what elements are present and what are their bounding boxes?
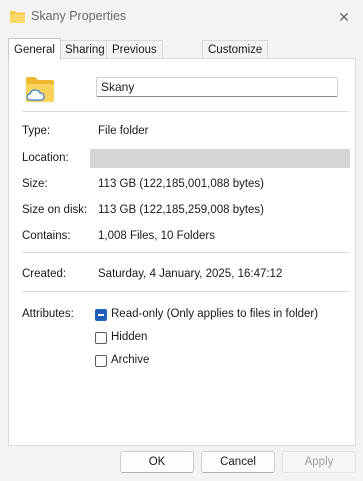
title-bar: Skany Properties ✕ [0,0,363,34]
read-only-label[interactable]: Read-only (Only applies to files in fold… [111,308,318,320]
tab-previous-versions[interactable]: Previous Versions [106,40,163,74]
attributes-label: Attributes: [22,308,74,320]
cloud-folder-icon [26,77,54,102]
folder-name-input[interactable] [96,77,338,97]
read-only-checkbox[interactable] [95,309,107,321]
ok-button[interactable]: OK [120,451,194,473]
location-label: Location: [22,152,69,164]
general-panel: Type: File folder Location: Size: 113 GB… [8,58,356,446]
folder-icon [10,11,25,23]
location-value-redacted [90,149,350,168]
hidden-label[interactable]: Hidden [111,331,147,343]
window-title: Skany Properties [31,9,127,23]
separator [22,252,349,253]
hidden-checkbox[interactable] [95,332,107,344]
tab-general[interactable]: General [8,38,61,60]
separator [22,111,349,112]
tab-customize[interactable]: Customize [202,40,269,59]
contains-value: 1,008 Files, 10 Folders [98,230,215,242]
close-icon: ✕ [338,9,350,25]
size-label: Size: [22,178,48,190]
created-value: Saturday, 4 January, 2025, 16:47:12 [98,268,283,280]
tab-sharing[interactable]: Sharing [59,40,111,59]
cancel-button[interactable]: Cancel [201,451,275,473]
apply-button[interactable]: Apply [282,451,356,473]
separator [22,291,349,292]
contains-label: Contains: [22,230,71,242]
close-button[interactable]: ✕ [333,8,355,26]
type-label: Type: [22,125,51,137]
archive-label[interactable]: Archive [111,354,149,366]
type-value: File folder [98,125,149,137]
archive-checkbox[interactable] [95,355,107,367]
size-on-disk-value: 113 GB (122,185,259,008 bytes) [98,204,265,216]
size-on-disk-label: Size on disk: [22,204,88,216]
created-label: Created: [22,268,67,280]
size-value: 113 GB (122,185,001,088 bytes) [98,178,265,190]
